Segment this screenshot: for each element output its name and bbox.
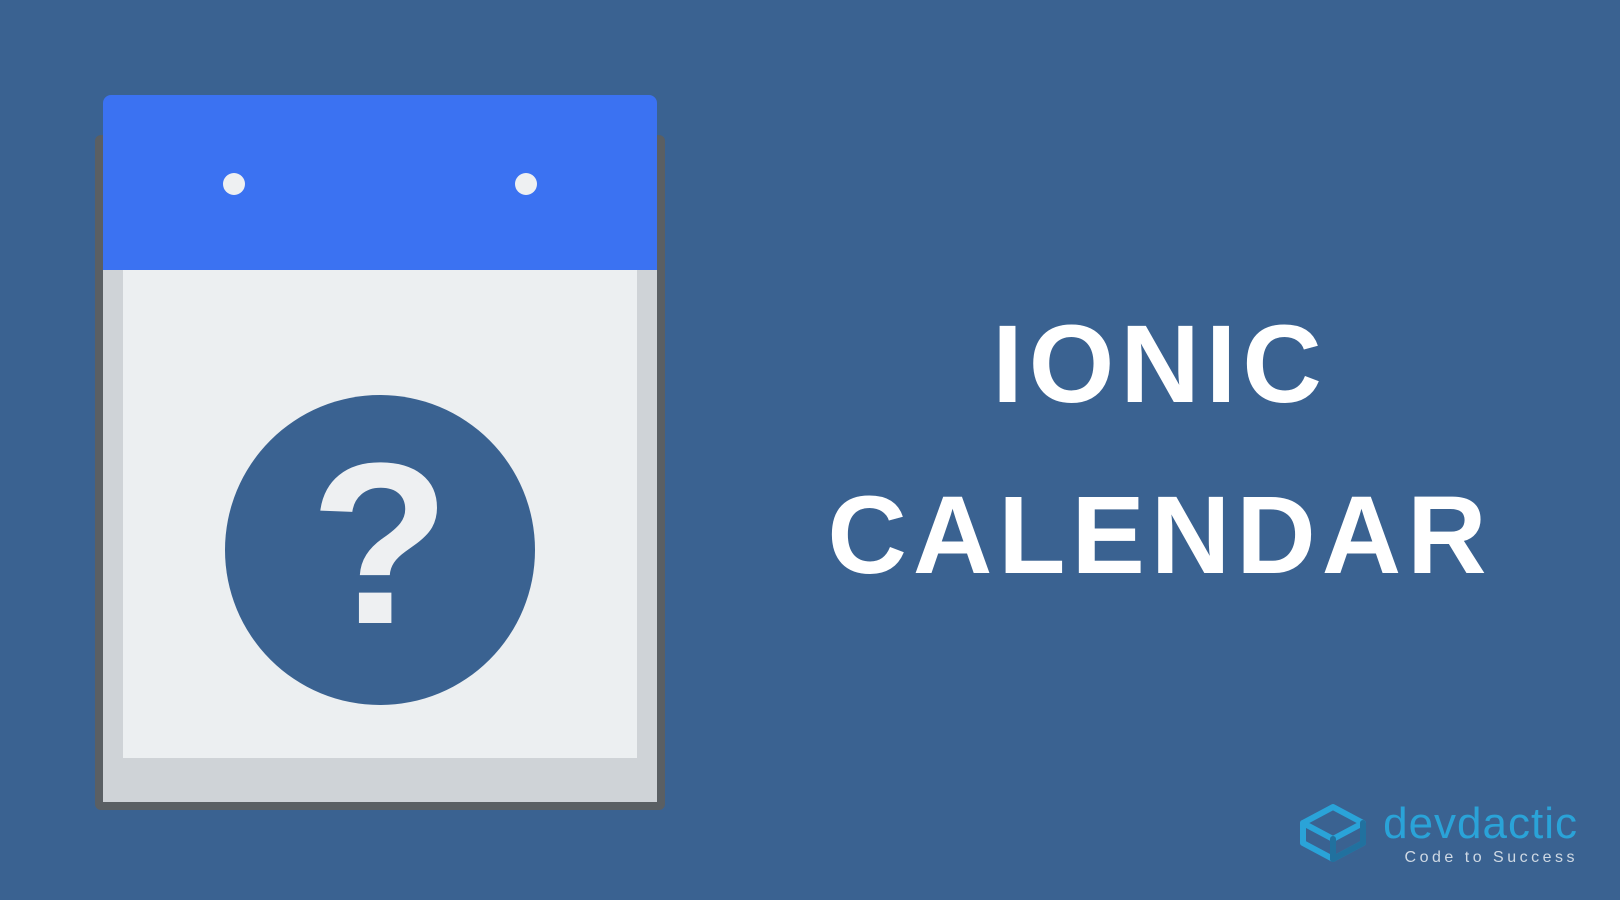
calendar-header [103, 95, 657, 270]
calendar-illustration: ? [95, 95, 665, 810]
title-line-2: CALENDAR [827, 472, 1492, 599]
devdactic-cube-icon [1297, 803, 1369, 865]
calendar-hole-left [223, 173, 245, 195]
brand-name: devdactic [1383, 802, 1578, 846]
calendar-hole-right [515, 173, 537, 195]
brand-logo-block: devdactic Code to Success [1297, 802, 1578, 866]
title-line-1: IONIC [992, 301, 1328, 428]
page-title: IONIC CALENDAR [760, 0, 1560, 900]
question-mark-icon: ? [310, 429, 451, 659]
calendar-circle: ? [225, 395, 535, 705]
brand-tagline: Code to Success [1383, 850, 1578, 866]
brand-text: devdactic Code to Success [1383, 802, 1578, 866]
